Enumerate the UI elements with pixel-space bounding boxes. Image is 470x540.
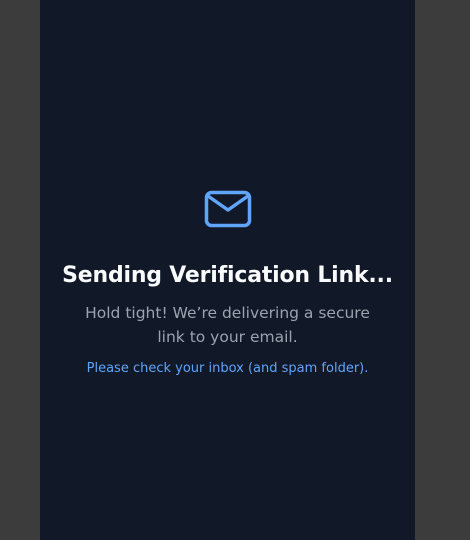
status-title: Sending Verification Link... — [62, 263, 393, 288]
status-content: Sending Verification Link... Hold tight!… — [40, 189, 415, 379]
verification-panel: Sending Verification Link... Hold tight!… — [40, 0, 415, 540]
status-message: Hold tight! We’re delivering a secure li… — [85, 304, 370, 346]
inbox-hint: Please check your inbox (and spam folder… — [86, 361, 369, 376]
envelope-icon — [204, 189, 252, 229]
